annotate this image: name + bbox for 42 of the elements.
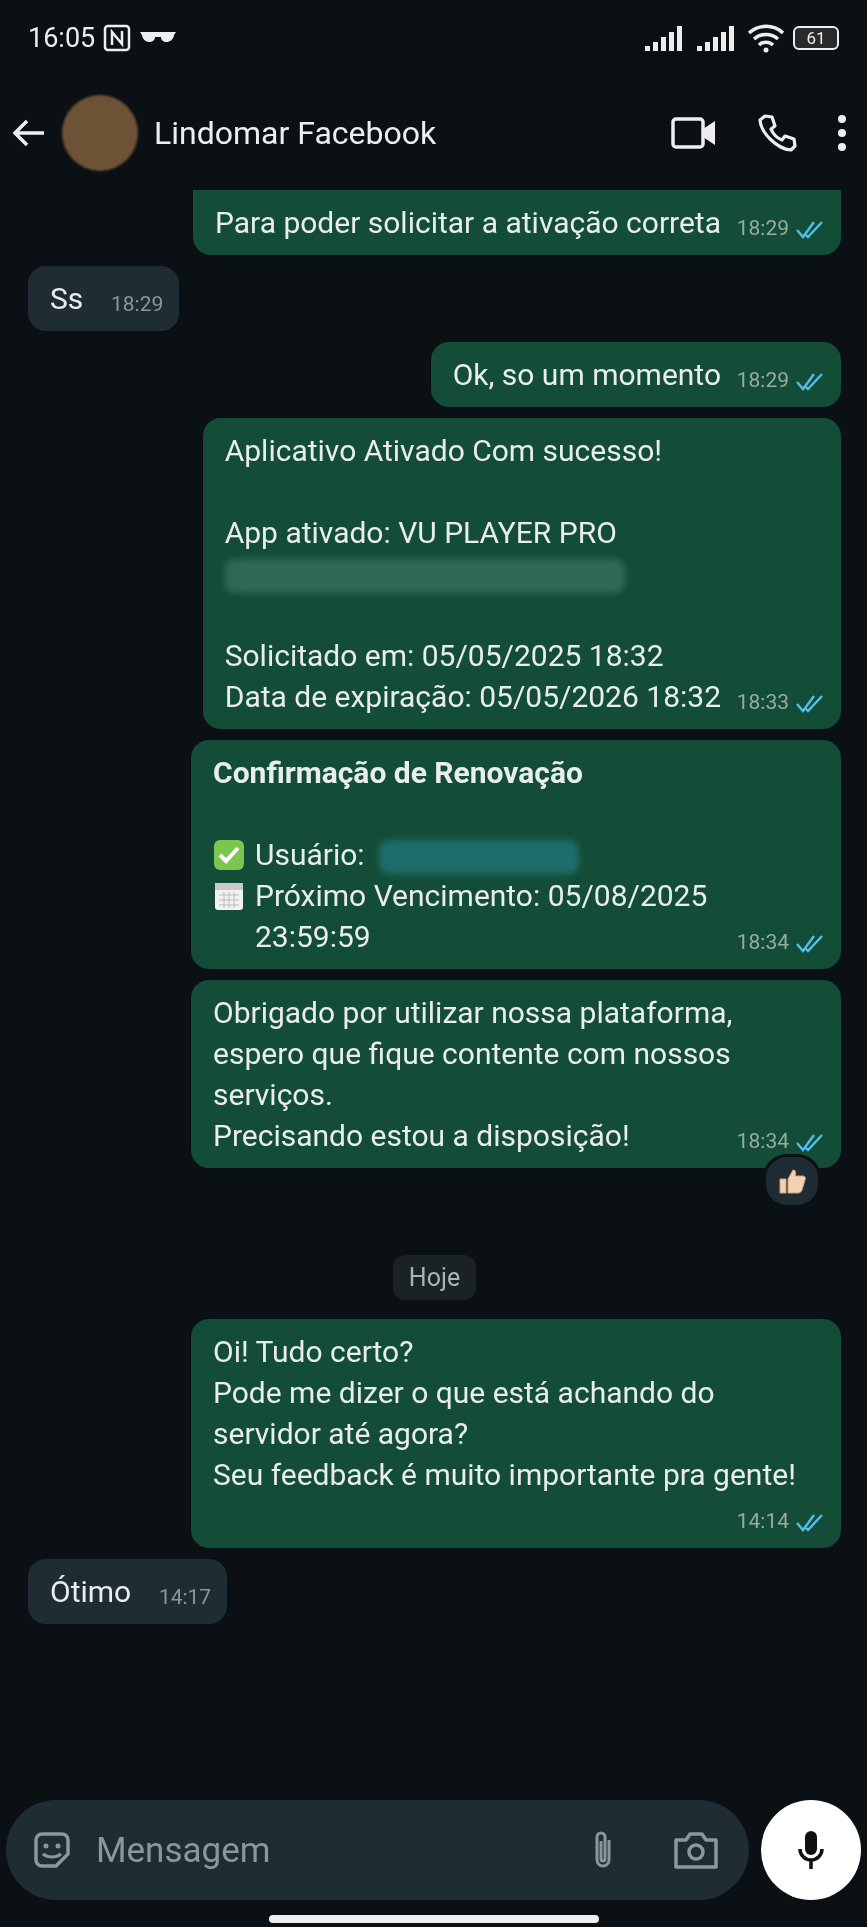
- message-text: Obrigado por utilizar nossa plataforma, espero que fique contente com nossos serviços.: [213, 995, 733, 1112]
- message-time: 18:34: [736, 929, 789, 956]
- check-mark-icon: [213, 839, 245, 871]
- message-time: 18:29: [736, 215, 789, 242]
- wifi-icon: [747, 23, 785, 53]
- date-chip: Hoje: [392, 1255, 477, 1300]
- message-text: App ativado: VU PLAYER PRO: [224, 515, 617, 550]
- message-text: Seu feedback é muito importante pra gente!: [213, 1457, 796, 1492]
- message-time: 18:29: [111, 291, 164, 318]
- back-arrow-icon[interactable]: [12, 118, 46, 148]
- message-text: Solicitado em: 05/05/2025 18:32: [224, 638, 664, 673]
- video-call-icon[interactable]: [671, 117, 717, 149]
- message-time: 14:17: [158, 1584, 212, 1611]
- nfc-icon: [103, 24, 132, 52]
- message-text: Ss: [50, 281, 84, 316]
- more-options-icon[interactable]: [837, 114, 847, 152]
- calendar-icon: [213, 880, 245, 912]
- message-text: Para poder solicitar a ativação correta: [214, 205, 721, 240]
- message-text: Oi! Tudo certo?: [213, 1334, 414, 1369]
- message-text: Precisando estou a disposição!: [213, 1118, 630, 1153]
- message-text: Confirmação de Renovação: [213, 755, 583, 790]
- phone-icon[interactable]: [757, 113, 797, 153]
- contact-avatar[interactable]: [62, 95, 138, 171]
- message-text: Ótimo: [50, 1574, 132, 1609]
- microphone-icon: [797, 1829, 825, 1871]
- message-text: Pode me dizer o que está achando do servidor até agora?: [213, 1375, 715, 1451]
- message-text: Aplicativo Ativado Com sucesso!: [224, 433, 663, 468]
- message-text: Usuário:: [255, 837, 365, 872]
- message-text: Próximo Vencimento: 05/08/2025 23:59:59: [255, 878, 708, 954]
- camera-icon[interactable]: [673, 1830, 719, 1870]
- message-input-field[interactable]: Mensagem: [94, 1828, 569, 1872]
- message-time: 14:14: [736, 1508, 789, 1535]
- battery-indicator: 61: [793, 26, 839, 50]
- message-time: 18:34: [736, 1128, 789, 1155]
- message-text: Ok, so um momento: [452, 357, 721, 392]
- contact-name[interactable]: Lindomar Facebook: [154, 114, 655, 152]
- message-time: 18:29: [736, 367, 789, 394]
- thumbs-up-icon: [777, 1166, 807, 1196]
- composer-bar[interactable]: Mensagem: [6, 1800, 749, 1900]
- status-time: 16:05: [28, 22, 96, 54]
- message-text: Data de expiração: 05/05/2026 18:32: [224, 679, 721, 714]
- message-time: 18:33: [736, 689, 789, 716]
